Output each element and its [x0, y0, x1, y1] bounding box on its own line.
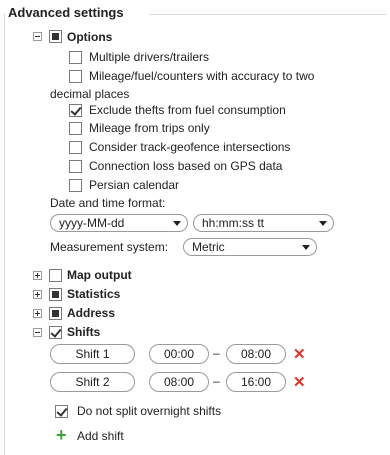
mileage-accuracy-label: Mileage/fuel/counters with accuracy to t… [89, 69, 315, 83]
mileage-trips-checkbox[interactable] [69, 122, 82, 135]
date-format-select[interactable]: yyyy-MM-dd [50, 214, 188, 232]
fieldset-title: Advanced settings [8, 5, 130, 20]
statistics-expand-icon[interactable] [33, 290, 42, 299]
add-shift-icon[interactable]: + [56, 426, 67, 444]
measurement-system-label: Measurement system: [50, 240, 169, 254]
options-collapse-icon[interactable] [33, 32, 42, 41]
shifts-collapse-icon[interactable] [33, 328, 42, 337]
shift-name-input[interactable]: Shift 2 [50, 372, 135, 392]
options-label: Options [67, 30, 113, 44]
exclude-thefts-checkbox[interactable] [69, 104, 82, 117]
exclude-thefts-label: Exclude thefts from fuel consumption [89, 103, 286, 117]
address-label: Address [67, 306, 116, 320]
connection-loss-label: Connection loss based on GPS data [89, 159, 283, 173]
shift-to-input[interactable]: 08:00 [226, 344, 286, 364]
measurement-system-value: Metric [192, 240, 225, 254]
persian-calendar-label: Persian calendar [89, 178, 180, 192]
shifts-checkbox[interactable] [49, 326, 62, 339]
time-range-dash: – [213, 374, 220, 388]
measurement-system-select[interactable]: Metric [183, 238, 317, 256]
track-geofence-label: Consider track-geofence intersections [89, 140, 291, 154]
shift-from-input[interactable]: 00:00 [149, 344, 209, 364]
time-format-value: hh:mm:ss tt [202, 216, 265, 230]
multiple-drivers-label: Multiple drivers/trailers [89, 50, 210, 64]
time-format-select[interactable]: hh:mm:ss tt [193, 214, 334, 232]
datetime-format-label: Date and time format: [50, 196, 166, 210]
mileage-trips-label: Mileage from trips only [89, 121, 210, 135]
mileage-accuracy-label-cont: decimal places [50, 87, 130, 101]
statistics-checkbox[interactable] [49, 288, 62, 301]
fieldset-border-left [4, 14, 5, 455]
chevron-down-icon [319, 221, 327, 226]
no-split-overnight-label: Do not split overnight shifts [77, 404, 222, 418]
delete-shift-icon[interactable]: ✕ [293, 375, 306, 390]
track-geofence-checkbox[interactable] [69, 141, 82, 154]
address-expand-icon[interactable] [33, 309, 42, 318]
map-output-expand-icon[interactable] [33, 271, 42, 280]
shift-to-input[interactable]: 16:00 [226, 372, 286, 392]
multiple-drivers-checkbox[interactable] [69, 51, 82, 64]
shifts-label: Shifts [67, 325, 101, 339]
mileage-accuracy-checkbox[interactable] [69, 70, 82, 83]
chevron-down-icon [173, 221, 181, 226]
shift-from-input[interactable]: 08:00 [149, 372, 209, 392]
options-checkbox[interactable] [49, 30, 62, 43]
fieldset-border-top [150, 14, 386, 15]
persian-calendar-checkbox[interactable] [69, 179, 82, 192]
delete-shift-icon[interactable]: ✕ [293, 347, 306, 362]
shift-name-input[interactable]: Shift 1 [50, 344, 135, 364]
no-split-overnight-checkbox[interactable] [55, 405, 68, 418]
connection-loss-checkbox[interactable] [69, 160, 82, 173]
address-checkbox[interactable] [49, 307, 62, 320]
date-format-value: yyyy-MM-dd [59, 216, 125, 230]
chevron-down-icon [302, 245, 310, 250]
add-shift-link[interactable]: Add shift [77, 429, 124, 443]
map-output-checkbox[interactable] [49, 269, 62, 282]
statistics-label: Statistics [67, 287, 121, 301]
map-output-label: Map output [67, 268, 132, 282]
time-range-dash: – [213, 346, 220, 360]
